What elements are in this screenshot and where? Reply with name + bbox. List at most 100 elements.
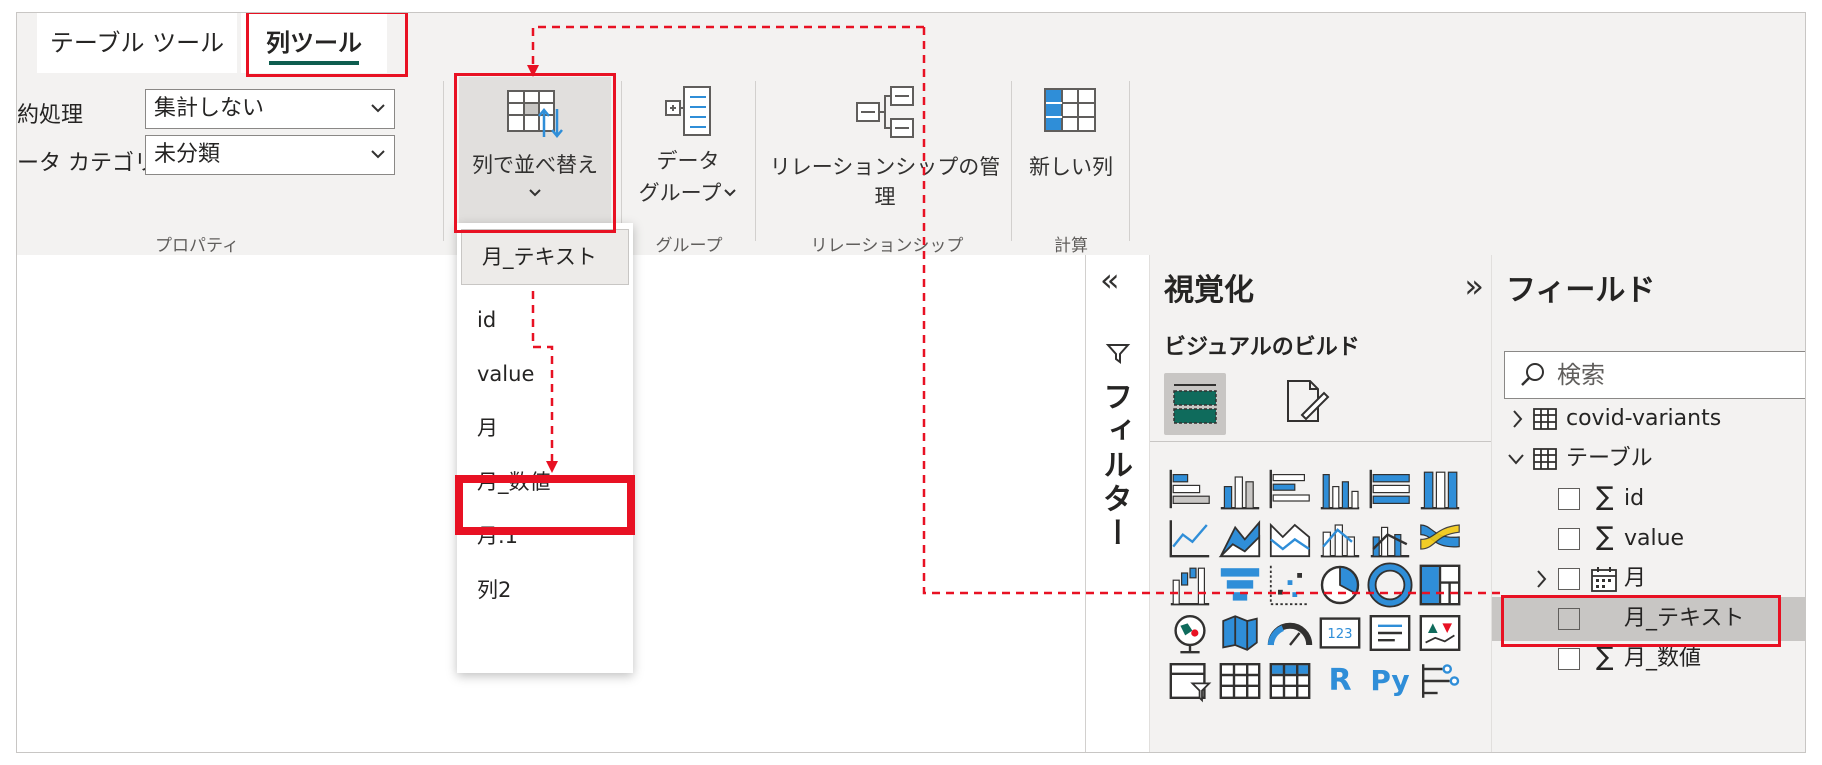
summarization-select[interactable]: 集計しない	[145, 89, 395, 129]
card-icon[interactable]: 123	[1316, 609, 1364, 657]
slicer-icon[interactable]	[1166, 657, 1214, 705]
sigma-icon: ∑	[1596, 522, 1614, 552]
field-checkbox[interactable]	[1558, 608, 1580, 630]
line-and-stacked-column-icon[interactable]	[1316, 513, 1364, 561]
chevron-right-icon	[1537, 570, 1547, 588]
build-visual-tab[interactable]	[1164, 373, 1226, 435]
ribbon-separator	[1129, 81, 1130, 241]
field-table-row[interactable]: テーブル	[1492, 437, 1805, 481]
field-name: value	[1624, 526, 1685, 551]
calendar-icon	[1591, 567, 1617, 592]
data-category-select[interactable]: 未分類	[145, 135, 395, 175]
sort-menu-item[interactable]: id	[457, 291, 633, 349]
manage-relationships-button[interactable]: リレーションシップの管理	[765, 77, 1005, 231]
field-item[interactable]: ∑ 月_数値	[1492, 637, 1805, 681]
manage-relationships-label: リレーションシップの管理	[769, 155, 1001, 209]
filters-pane: « フィルター	[1085, 255, 1150, 752]
line-and-clustered-column-icon[interactable]	[1366, 513, 1414, 561]
table-icon	[1533, 408, 1557, 430]
pie-chart-icon[interactable]	[1316, 561, 1364, 609]
collapse-filters-icon[interactable]: «	[1100, 261, 1120, 299]
data-groups-label-2: グループ	[629, 177, 747, 207]
table-icon	[1533, 448, 1557, 470]
waterfall-chart-icon[interactable]	[1166, 561, 1214, 609]
fields-search-placeholder: 検索	[1557, 361, 1605, 389]
format-visual-icon[interactable]	[1280, 375, 1334, 429]
scatter-chart-icon[interactable]	[1266, 561, 1314, 609]
tab-column-tools[interactable]: 列ツール	[241, 13, 387, 73]
r-script-visual-icon[interactable]: R	[1316, 657, 1364, 705]
stacked-area-chart-icon[interactable]	[1266, 513, 1314, 561]
fields-search-input[interactable]: 検索	[1504, 351, 1805, 399]
sort-by-column-button[interactable]: 列で並べ替え	[459, 77, 611, 231]
data-category-label: ータ カテゴリ	[17, 151, 156, 176]
fields-title: フィールド	[1506, 273, 1656, 308]
group-label-calculations: 計算	[1054, 236, 1088, 256]
gauge-icon[interactable]	[1266, 609, 1314, 657]
map-icon[interactable]	[1166, 609, 1214, 657]
clustered-column-chart-icon[interactable]	[1316, 465, 1364, 513]
line-chart-icon[interactable]	[1166, 513, 1214, 561]
active-tab-underline	[269, 61, 359, 65]
summarization-label: 約処理	[17, 103, 84, 128]
expand-visualizations-icon[interactable]: »	[1464, 267, 1484, 305]
field-item[interactable]: ∑ value	[1492, 517, 1805, 561]
filled-map-icon[interactable]	[1216, 609, 1264, 657]
build-visual-label: ビジュアルのビルド	[1164, 335, 1360, 360]
data-groups-button[interactable]: データ グループ	[629, 77, 747, 231]
chevron-down-icon	[459, 181, 611, 201]
treemap-icon[interactable]	[1416, 561, 1464, 609]
sort-by-column-label: 列で並べ替え	[472, 153, 598, 177]
summarization-value: 集計しない	[154, 96, 265, 121]
table-name: covid-variants	[1566, 406, 1722, 431]
100-percent-bar-chart-icon[interactable]	[1366, 465, 1414, 513]
ribbon: テーブル ツール 列ツール 約処理 集計しない ータ カテゴリ 未分類 プロパテ…	[17, 13, 1805, 256]
funnel-icon[interactable]	[1216, 561, 1264, 609]
area-chart-icon[interactable]	[1216, 513, 1264, 561]
data-groups-icon	[665, 86, 711, 136]
field-name: 月	[1624, 566, 1647, 591]
sort-menu-item[interactable]: 月_数値	[457, 453, 633, 511]
clustered-bar-chart-icon[interactable]	[1266, 465, 1314, 513]
sort-menu-item[interactable]: 列2	[457, 561, 633, 619]
field-checkbox[interactable]	[1558, 528, 1580, 550]
ribbon-separator	[1011, 81, 1012, 241]
field-checkbox[interactable]	[1558, 488, 1580, 510]
stacked-bar-chart-icon[interactable]	[1166, 465, 1214, 513]
sort-menu-item[interactable]: 月	[457, 399, 633, 457]
ribbon-separator	[621, 81, 622, 241]
donut-chart-icon[interactable]	[1366, 561, 1414, 609]
matrix-icon[interactable]	[1266, 657, 1314, 705]
tab-table-tools[interactable]: テーブル ツール	[37, 13, 237, 73]
chevron-down-icon	[1508, 454, 1524, 465]
sort-menu-item[interactable]: 月_テキスト	[461, 229, 629, 285]
kpi-icon[interactable]	[1416, 609, 1464, 657]
field-item[interactable]: ∑ id	[1492, 477, 1805, 521]
new-column-icon	[1044, 88, 1096, 132]
key-influencers-icon[interactable]	[1416, 657, 1464, 705]
data-groups-label-1: データ	[656, 149, 720, 173]
multi-row-card-icon[interactable]	[1366, 609, 1414, 657]
field-checkbox[interactable]	[1558, 648, 1580, 670]
field-name: 月_テキスト	[1624, 606, 1745, 631]
new-column-button[interactable]: 新しい列	[1019, 77, 1123, 231]
python-visual-icon[interactable]: Py	[1362, 657, 1418, 705]
filters-title: フィルター	[1097, 381, 1132, 551]
field-item-selected[interactable]: 月_テキスト	[1492, 597, 1805, 641]
filter-icon	[1105, 344, 1131, 364]
pane-divider	[1150, 441, 1492, 442]
visualizations-pane: 視覚化 » ビジュアルのビルド 123 R Py	[1149, 255, 1492, 752]
field-checkbox[interactable]	[1558, 568, 1580, 590]
field-item[interactable]: 月	[1492, 557, 1805, 601]
field-table-row[interactable]: covid-variants	[1492, 397, 1805, 441]
tab-column-tools-label: 列ツール	[266, 29, 362, 57]
table-visual-icon[interactable]	[1216, 657, 1264, 705]
group-label-groups: グループ	[655, 236, 723, 256]
stacked-column-chart-icon[interactable]	[1216, 465, 1264, 513]
sort-menu-item[interactable]: 月.1	[457, 507, 633, 565]
field-name: id	[1624, 486, 1645, 511]
ribbon-chart-icon[interactable]	[1416, 513, 1464, 561]
sort-menu-item[interactable]: value	[457, 345, 633, 403]
100-percent-column-chart-icon[interactable]	[1416, 465, 1464, 513]
ribbon-tabs: テーブル ツール 列ツール	[17, 13, 1805, 73]
